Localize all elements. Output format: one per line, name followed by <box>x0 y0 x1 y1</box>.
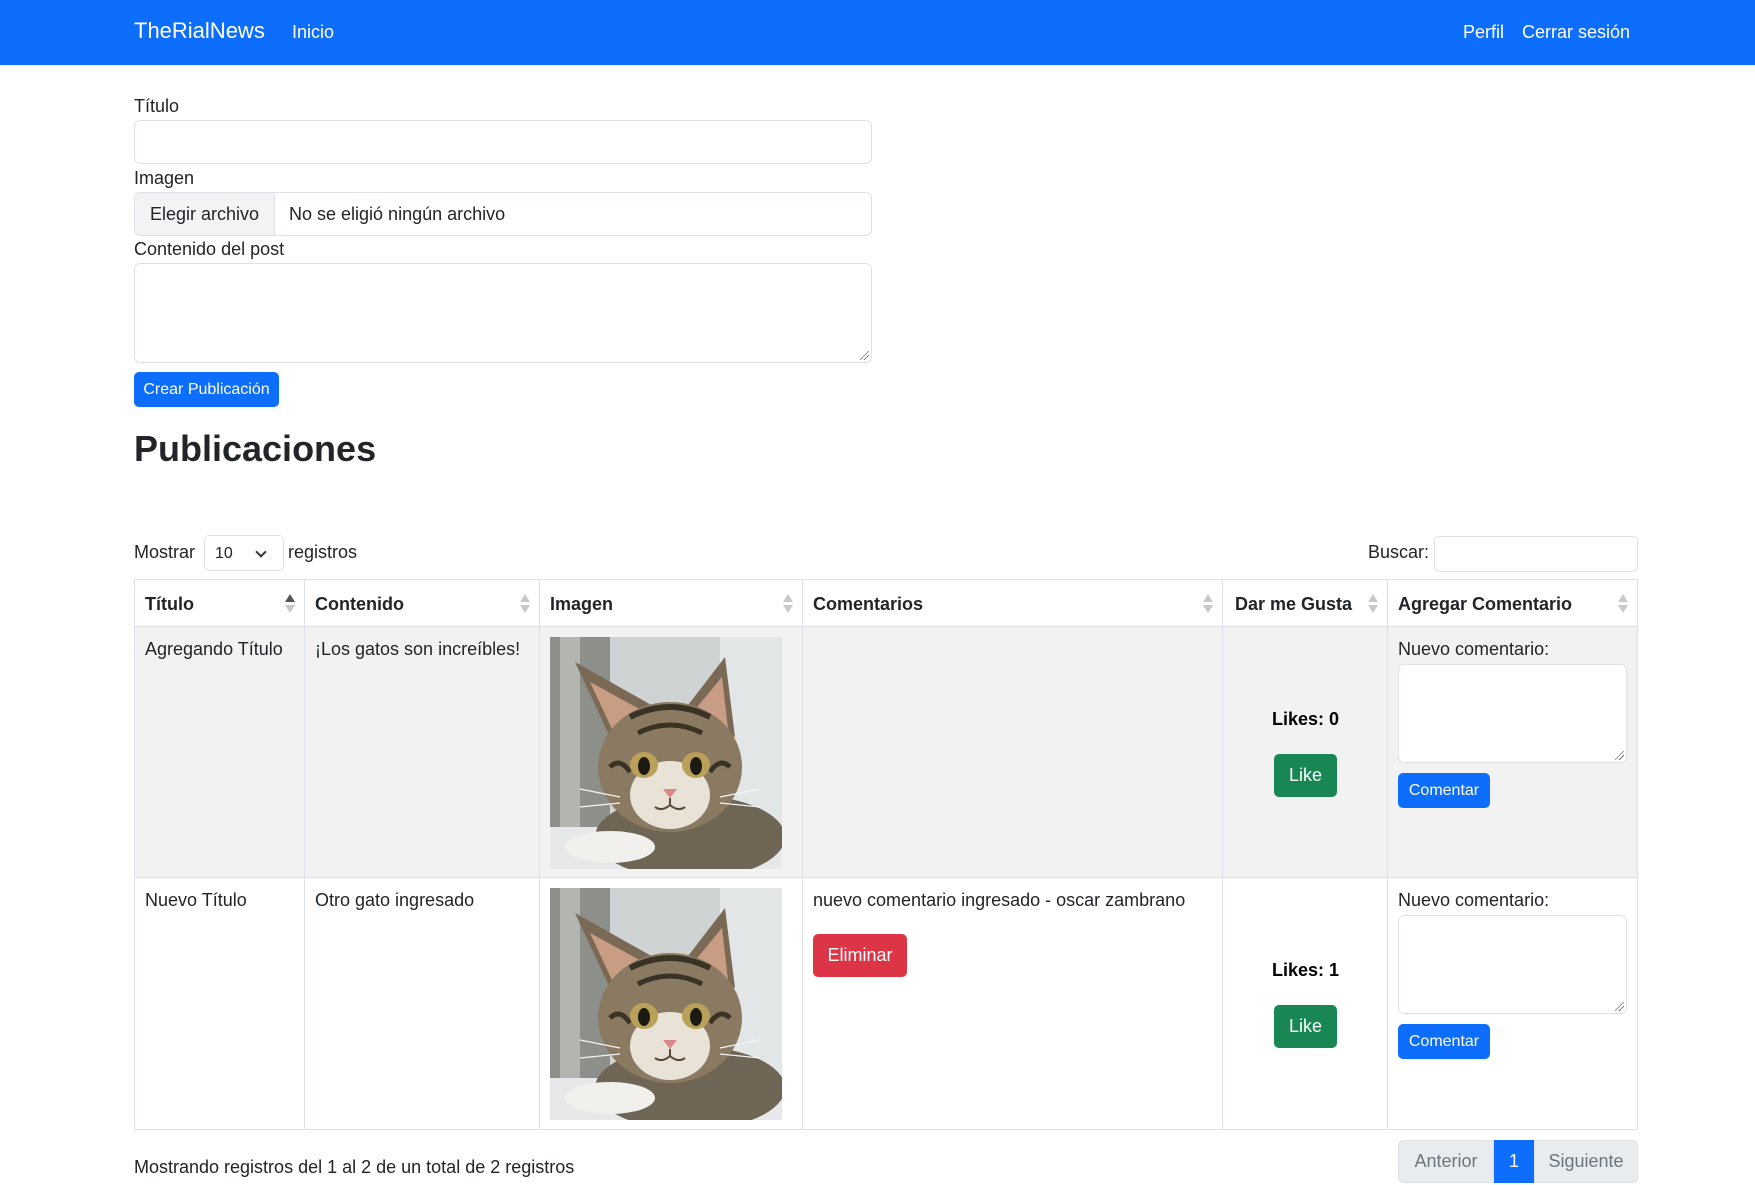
column-header-comentarios[interactable]: Comentarios <box>802 580 1222 626</box>
post-image <box>550 637 782 869</box>
nuevo-comentario-textarea[interactable] <box>1398 664 1627 763</box>
cell-agregar-comentario: Nuevo comentario: Comentar <box>1387 627 1638 877</box>
navbar: TheRialNews Inicio Perfil Cerrar sesión <box>0 0 1755 65</box>
cell-comentarios <box>802 627 1222 877</box>
like-button[interactable]: Like <box>1274 1005 1337 1048</box>
search-input[interactable] <box>1434 536 1638 572</box>
next-page-button[interactable]: Siguiente <box>1534 1140 1638 1183</box>
sort-icon <box>1618 594 1628 614</box>
cell-likes: Likes: 0 Like <box>1222 627 1387 877</box>
imagen-file-input[interactable]: Elegir archivo No se eligió ningún archi… <box>134 192 872 236</box>
column-header-imagen[interactable]: Imagen <box>539 580 802 626</box>
comment-text: nuevo comentario ingresado - oscar zambr… <box>813 890 1186 910</box>
sort-icon <box>520 594 530 614</box>
cell-agregar-comentario: Nuevo comentario: Comentar <box>1387 878 1638 1129</box>
cell-contenido: ¡Los gatos son increíbles! <box>304 627 539 877</box>
column-header-label: Agregar Comentario <box>1398 594 1573 614</box>
nuevo-comentario-label: Nuevo comentario: <box>1398 639 1550 659</box>
section-title: Publicaciones <box>134 428 377 469</box>
cell-titulo: Agregando Título <box>134 627 304 877</box>
cell-imagen <box>539 878 802 1129</box>
file-status-text: No se eligió ningún archivo <box>289 204 506 224</box>
table-header: Título Contenido Imagen Comentarios Dar … <box>134 579 1638 627</box>
imagen-label: Imagen <box>134 168 195 188</box>
nuevo-comentario-textarea[interactable] <box>1398 915 1627 1014</box>
page-length-select[interactable]: 10 <box>204 535 284 571</box>
column-header-contenido[interactable]: Contenido <box>304 580 539 626</box>
titulo-label: Título <box>134 96 180 116</box>
likes-count: Likes: 1 <box>1271 960 1340 980</box>
chevron-down-icon <box>255 546 267 558</box>
sort-asc-icon <box>285 594 295 614</box>
nav-logout-link[interactable]: Cerrar sesión <box>1522 22 1630 43</box>
cell-titulo: Nuevo Título <box>134 878 304 1129</box>
table-info: Mostrando registros del 1 al 2 de un tot… <box>134 1157 575 1177</box>
crear-publicacion-button[interactable]: Crear Publicación <box>134 372 279 407</box>
table-row: Nuevo Título Otro gato ingresado nuevo c… <box>134 878 1638 1130</box>
brand-link[interactable]: TheRialNews <box>134 18 265 44</box>
resize-handle-icon[interactable] <box>860 351 869 360</box>
post-image <box>550 888 782 1120</box>
sort-icon <box>783 594 793 614</box>
resize-handle-icon[interactable] <box>1615 1002 1624 1011</box>
contenido-label: Contenido del post <box>134 239 285 259</box>
prev-page-button[interactable]: Anterior <box>1398 1140 1494 1183</box>
titulo-input[interactable] <box>134 120 872 164</box>
cell-likes: Likes: 1 Like <box>1222 878 1387 1129</box>
post-title: Nuevo Título <box>145 890 247 910</box>
cell-contenido: Otro gato ingresado <box>304 878 539 1129</box>
column-header-titulo[interactable]: Título <box>134 580 304 626</box>
table-row: Agregando Título ¡Los gatos son increíbl… <box>134 627 1638 878</box>
sort-icon <box>1203 594 1213 614</box>
pagination: Anterior 1 Siguiente <box>1398 1140 1638 1183</box>
sort-icon <box>1368 594 1378 614</box>
cell-comentarios: nuevo comentario ingresado - oscar zambr… <box>802 878 1222 1129</box>
column-header-dar-me-gusta[interactable]: Dar me Gusta <box>1222 580 1387 626</box>
records-label: registros <box>288 542 358 562</box>
contenido-textarea[interactable] <box>134 263 872 363</box>
nav-perfil-link[interactable]: Perfil <box>1463 22 1504 43</box>
like-button[interactable]: Like <box>1274 754 1337 797</box>
resize-handle-icon[interactable] <box>1615 751 1624 760</box>
column-header-label: Contenido <box>315 594 404 614</box>
likes-count: Likes: 0 <box>1271 709 1340 729</box>
post-content: ¡Los gatos son increíbles! <box>315 639 521 659</box>
post-title: Agregando Título <box>145 639 283 659</box>
page-1-button[interactable]: 1 <box>1494 1140 1534 1183</box>
nav-inicio-link[interactable]: Inicio <box>292 22 334 43</box>
search-label: Buscar: <box>1368 542 1430 562</box>
choose-file-button[interactable]: Elegir archivo <box>135 193 275 235</box>
comentar-button[interactable]: Comentar <box>1398 773 1490 808</box>
column-header-label: Título <box>145 594 194 614</box>
column-header-agregar-comentario[interactable]: Agregar Comentario <box>1387 580 1638 626</box>
nuevo-comentario-label: Nuevo comentario: <box>1398 890 1550 910</box>
eliminar-comentario-button[interactable]: Eliminar <box>813 934 907 977</box>
column-header-label: Comentarios <box>813 594 924 614</box>
page-length-value: 10 <box>215 545 233 562</box>
cell-imagen <box>539 627 802 877</box>
comentar-button[interactable]: Comentar <box>1398 1024 1490 1059</box>
column-header-label: Dar me Gusta <box>1235 594 1353 614</box>
show-label: Mostrar <box>134 542 196 562</box>
post-content: Otro gato ingresado <box>315 890 475 910</box>
column-header-label: Imagen <box>550 594 614 614</box>
